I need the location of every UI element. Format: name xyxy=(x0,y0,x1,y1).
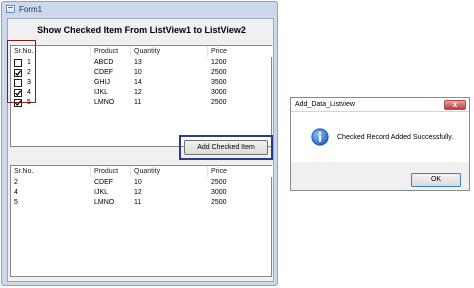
table-row[interactable]: 1 ABCD 13 1200 xyxy=(11,58,271,68)
table-row[interactable]: 2 CDEF 10 2500 xyxy=(11,68,271,78)
column-header-price[interactable]: Price xyxy=(208,46,273,57)
cell-sr: 5 xyxy=(14,199,18,206)
add-checked-item-button[interactable]: Add Checked Item xyxy=(184,140,268,155)
form1-titlebar[interactable]: Form1 xyxy=(2,2,277,17)
cell-price: 2500 xyxy=(211,99,227,106)
form1-window: Form1 Show Checked Item From ListView1 t… xyxy=(1,1,278,286)
table-row[interactable]: 4 IJKL 12 3000 xyxy=(11,88,271,98)
listview2-header: Sr.No. Product Quantity Price xyxy=(11,166,273,177)
cell-product: LMNO xyxy=(94,199,115,206)
cell-price: 3500 xyxy=(211,79,227,86)
dialog-titlebar[interactable]: Add_Data_Listview x xyxy=(291,98,469,112)
cell-product: IJKL xyxy=(94,89,109,96)
listview1[interactable]: Sr.No. Product Quantity Price 1 ABCD 13 120… xyxy=(10,45,273,147)
listview2[interactable]: Sr.No. Product Quantity Price 2 CDEF 10 250… xyxy=(10,165,273,277)
cell-quantity: 12 xyxy=(134,89,142,96)
form-heading: Show Checked Item From ListView1 to List… xyxy=(37,25,246,35)
dialog-message: Checked Record Added Successfully. xyxy=(337,134,454,141)
cell-product: LMNO xyxy=(94,99,115,106)
column-header-price[interactable]: Price xyxy=(208,166,273,177)
cell-product: GHIJ xyxy=(94,79,110,86)
column-header-quantity[interactable]: Quantity xyxy=(131,166,208,177)
form1-client-area: Show Checked Item From ListView1 to List… xyxy=(7,18,274,282)
checkbox-annotation-box xyxy=(7,40,36,103)
cell-price: 2500 xyxy=(211,69,227,76)
cell-price: 2500 xyxy=(211,179,227,186)
table-row[interactable]: 5 LMNO 11 2500 xyxy=(11,98,271,108)
cell-quantity: 11 xyxy=(134,99,142,106)
cell-price: 3000 xyxy=(211,89,227,96)
cell-sr: 2 xyxy=(14,179,18,186)
column-header-quantity[interactable]: Quantity xyxy=(131,46,208,57)
message-dialog: Add_Data_Listview x Checked Record Added… xyxy=(290,97,470,191)
column-header-srno[interactable]: Sr.No. xyxy=(11,166,91,177)
form1-title: Form1 xyxy=(19,5,43,14)
cell-price: 2500 xyxy=(211,199,227,206)
cell-sr: 4 xyxy=(14,189,18,196)
listview1-header: Sr.No. Product Quantity Price xyxy=(11,46,273,57)
table-row[interactable]: 5 LMNO 11 2500 xyxy=(11,198,271,208)
cell-quantity: 12 xyxy=(134,189,142,196)
cell-price: 1200 xyxy=(211,59,227,66)
close-icon[interactable]: x xyxy=(444,100,466,110)
cell-product: ABCD xyxy=(94,59,114,66)
cell-product: IJKL xyxy=(94,189,109,196)
cell-quantity: 13 xyxy=(134,59,142,66)
cell-quantity: 11 xyxy=(134,199,142,206)
column-header-product[interactable]: Product xyxy=(91,46,131,57)
table-row[interactable]: 4 IJKL 12 3000 xyxy=(11,188,271,198)
dialog-body: Checked Record Added Successfully. xyxy=(291,112,469,162)
column-header-product[interactable]: Product xyxy=(91,166,131,177)
table-row[interactable]: 2 CDEF 10 2500 xyxy=(11,178,271,188)
cell-product: CDEF xyxy=(94,69,114,76)
cell-product: CDEF xyxy=(94,179,114,186)
cell-price: 3000 xyxy=(211,189,227,196)
button-highlight-frame: Add Checked Item xyxy=(179,135,273,160)
cell-quantity: 14 xyxy=(134,79,142,86)
cell-quantity: 10 xyxy=(134,69,142,76)
cell-quantity: 10 xyxy=(134,179,142,186)
info-icon xyxy=(311,128,329,146)
ok-button[interactable]: OK xyxy=(411,173,461,187)
form-icon xyxy=(6,5,15,13)
table-row[interactable]: 3 GHIJ 14 3500 xyxy=(11,78,271,88)
dialog-title: Add_Data_Listview xyxy=(295,101,355,108)
